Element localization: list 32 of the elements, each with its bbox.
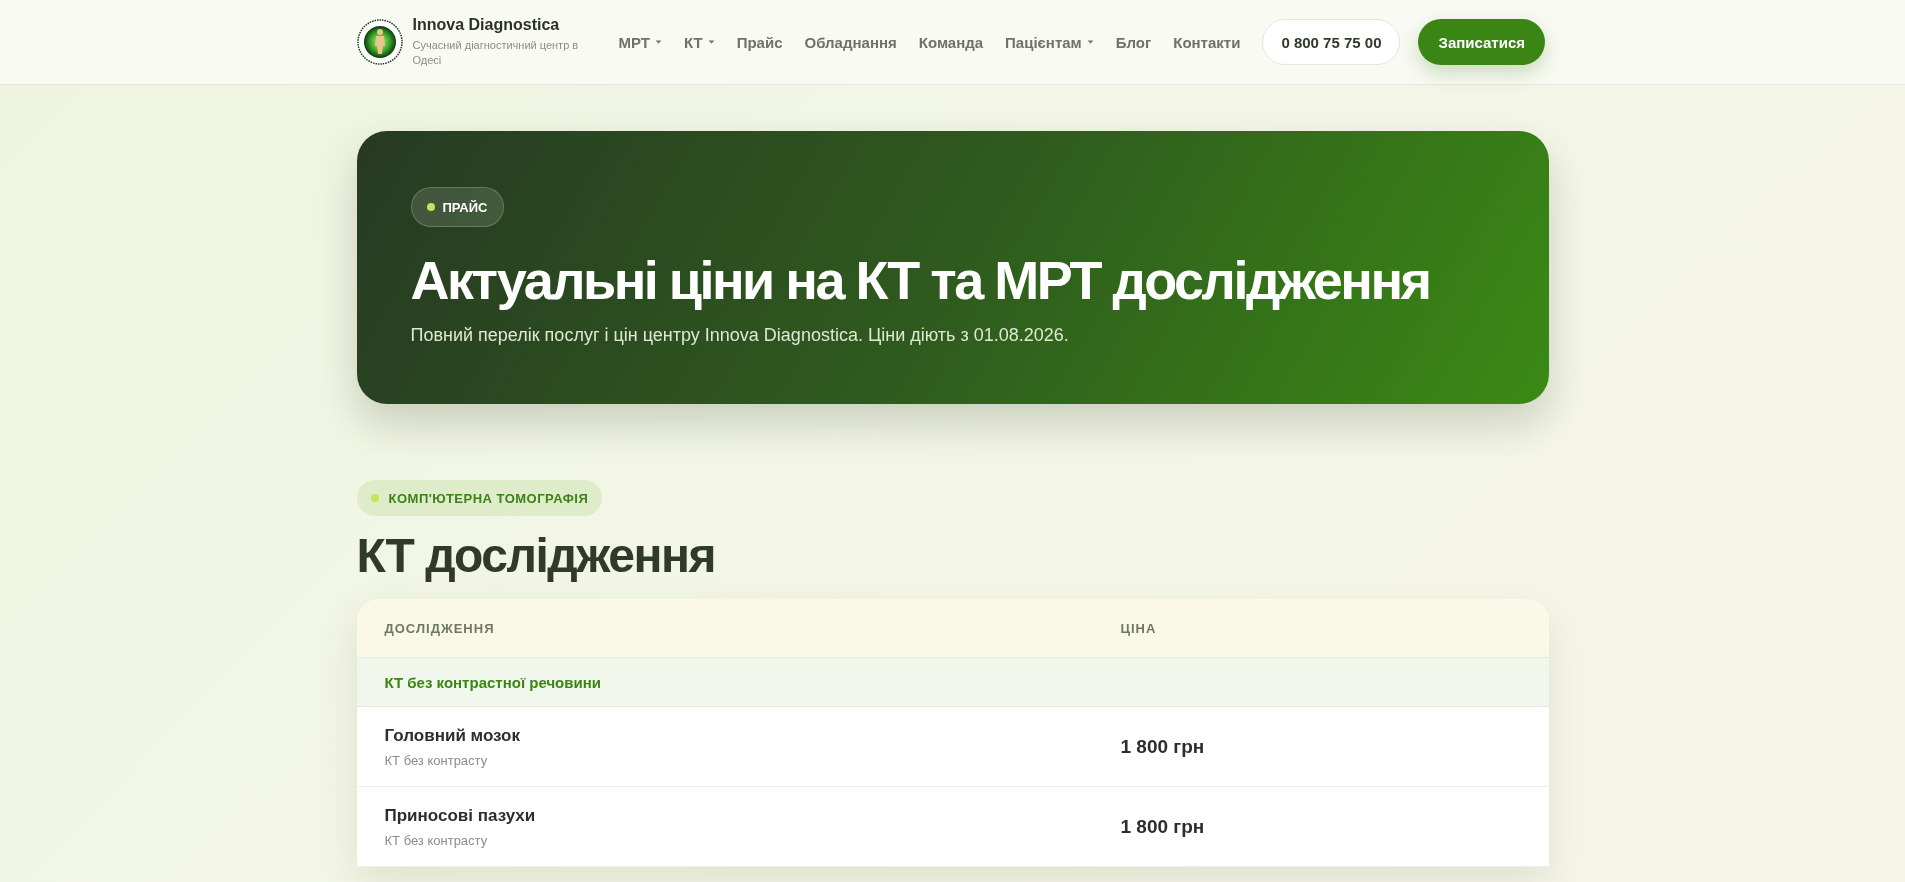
hero-title: Актуальні ціни на КТ та МРТ дослідження xyxy=(410,249,1430,312)
dot-icon xyxy=(370,494,379,503)
section-badge: КОМП'ЮТЕРНА ТОМОГРАФІЯ xyxy=(356,480,603,517)
brand-tagline: Сучасний діагностичний центр в Одесі xyxy=(412,38,580,68)
group-title: КТ без контрастної речовини xyxy=(384,673,601,691)
nav-link[interactable]: МРТ xyxy=(618,33,662,51)
hero-subtitle: Повний перелік послуг і цін центру Innova Diagnostica. Ціни діють з 01.08.2026. xyxy=(410,325,1069,347)
phone-button[interactable]: 0 800 75 75 00 xyxy=(1262,19,1401,65)
nav-link[interactable]: Контакти xyxy=(1173,33,1241,51)
price-cell-text: 1 800 грн xyxy=(1120,735,1206,758)
dot-icon xyxy=(426,203,435,211)
signup-button[interactable]: Записатися xyxy=(1418,19,1546,65)
column-header: ДОСЛІДЖЕННЯ xyxy=(384,620,496,636)
nav-link[interactable]: Обладнання xyxy=(804,33,897,51)
caret-icon xyxy=(707,40,715,44)
exam-name: Приносові пазухи xyxy=(384,805,537,826)
section-title: КТ дослідження xyxy=(356,528,716,584)
exam-note: КТ без контрасту xyxy=(384,752,489,768)
column-header: ЦІНА xyxy=(1120,620,1158,636)
logo-icon xyxy=(356,19,403,65)
hero-badge: ПРАЙС xyxy=(410,187,504,227)
brand-name: Innova Diagnostica xyxy=(412,16,561,35)
caret-icon xyxy=(1086,40,1094,44)
exam-name: Головний мозок xyxy=(384,725,521,746)
nav-link[interactable]: Команда xyxy=(918,33,984,51)
nav-link[interactable]: Пацієнтам xyxy=(1005,33,1094,51)
caret-icon xyxy=(654,40,662,44)
price-cell-text: 1 800 грн xyxy=(1120,815,1206,838)
nav-link[interactable]: Блог xyxy=(1115,33,1152,51)
nav-link[interactable]: КТ xyxy=(683,33,715,51)
nav-link[interactable]: Прайс xyxy=(736,33,783,51)
exam-note: КТ без контрасту xyxy=(384,832,489,848)
